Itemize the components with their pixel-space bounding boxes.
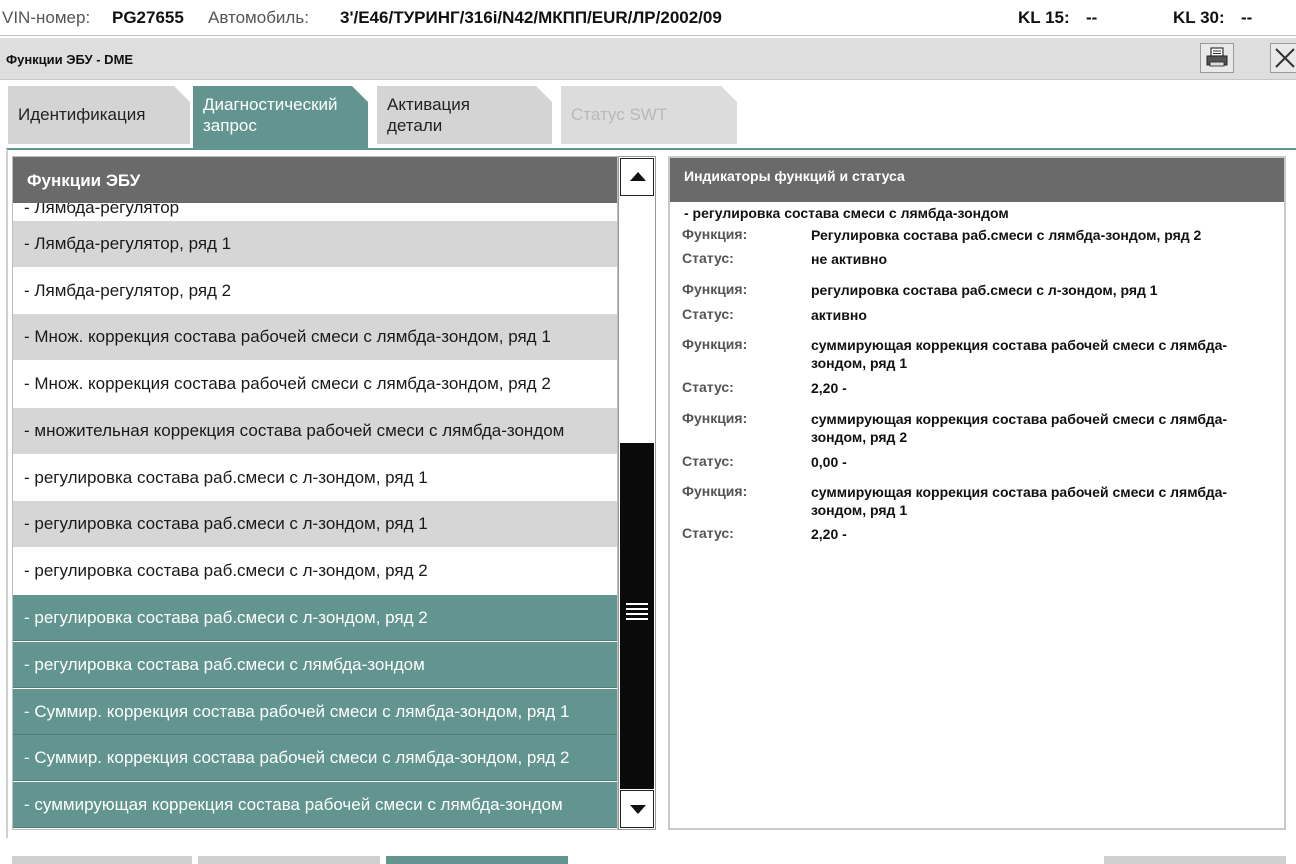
tab-part-activation[interactable]: Активация детали (377, 86, 552, 144)
tab-label-line2: запрос (203, 116, 257, 135)
car-value: 3'/E46/ТУРИНГ/316i/N42/МКПП/EUR/ЛР/2002/… (340, 8, 722, 27)
bottom-button-3[interactable] (386, 856, 568, 864)
function-label: Функция: (682, 281, 748, 297)
kl15-label: KL 15: (1018, 8, 1070, 27)
tab-swt-status: Статус SWT (561, 86, 737, 144)
function-label: Функция: (682, 483, 748, 499)
status-label: Статус: (682, 250, 734, 266)
status-value: не активно (811, 251, 888, 267)
status-label: Статус: (682, 306, 734, 322)
grip-lines-icon (626, 603, 648, 621)
function-value: суммирующая коррекция состава рабочей см… (811, 484, 1228, 518)
tab-label: Статус SWT (571, 105, 668, 124)
list-item[interactable]: - Множ. коррекция состава рабочей смеси … (13, 361, 617, 407)
list-item-selected[interactable]: - суммирующая коррекция состава рабочей … (13, 782, 617, 828)
function-value: суммирующая коррекция состава рабочей см… (811, 337, 1228, 371)
function-value: регулировка состава раб.смеси с л-зондом… (811, 282, 1158, 298)
status-label: Статус: (682, 379, 734, 395)
tab-label-line1: Диагностический (203, 95, 338, 114)
function-label: Функция: (682, 226, 748, 242)
print-button[interactable] (1200, 43, 1234, 73)
list-item-selected[interactable]: - регулировка состава раб.смеси с лямбда… (13, 642, 617, 688)
list-header: Функции ЭБУ (13, 157, 617, 203)
kl30-label: KL 30: (1173, 8, 1225, 27)
list-scrollbar[interactable] (618, 156, 656, 830)
scroll-up-button[interactable] (620, 158, 654, 196)
list-item-selected[interactable]: - Суммир. коррекция состава рабочей смес… (13, 689, 617, 735)
car-label: Автомобиль: (208, 8, 309, 27)
status-label: Статус: (682, 525, 734, 541)
function-status-panel: Индикаторы функций и статуса - регулиров… (668, 156, 1286, 830)
vin-value: PG27655 (112, 8, 184, 27)
close-button[interactable] (1270, 43, 1296, 73)
bottom-button-2[interactable] (198, 856, 380, 864)
status-label: Статус: (682, 453, 734, 469)
panel-header: Индикаторы функций и статуса (670, 158, 1284, 202)
list-item[interactable]: - регулировка состава раб.смеси с л-зонд… (13, 501, 617, 547)
kl30-value: -- (1241, 8, 1253, 27)
function-label: Функция: (682, 336, 748, 352)
window-title: Функции ЭБУ - DME (6, 52, 134, 67)
arrow-down-icon (630, 805, 646, 814)
list-item[interactable]: - множительная коррекция состава рабочей… (13, 408, 617, 454)
list-item[interactable]: - Множ. коррекция состава рабочей смеси … (13, 314, 617, 360)
status-value: 0,00 - (811, 454, 847, 470)
function-value: суммирующая коррекция состава рабочей см… (811, 411, 1228, 445)
list-item-selected[interactable]: - Суммир. коррекция состава рабочей смес… (13, 735, 617, 781)
bottom-button-1[interactable] (12, 856, 192, 864)
status-value: активно (811, 307, 867, 323)
arrow-up-icon (630, 172, 646, 181)
function-label: Функция: (682, 410, 748, 426)
vin-label: VIN-номер: (2, 8, 91, 27)
close-icon (1275, 48, 1295, 68)
function-value: Регулировка состава раб.смеси с лямбда-з… (811, 227, 1202, 243)
list-item[interactable]: - регулировка состава раб.смеси с л-зонд… (13, 455, 617, 501)
bottom-button-4[interactable] (1104, 856, 1286, 864)
window-titlebar: Функции ЭБУ - DME (0, 38, 1296, 80)
kl15-value: -- (1086, 8, 1098, 27)
tab-label-line1: Активация (387, 95, 470, 114)
tab-label-line2: детали (387, 116, 443, 135)
list-item[interactable]: - Лямбда-регулятор, ряд 1 (13, 221, 617, 267)
tab-label: Идентификация (18, 105, 146, 124)
ecu-functions-list[interactable]: Функции ЭБУ - Лямбда-регулятор - Лямбда-… (12, 156, 618, 830)
list-item-partial[interactable]: - Лямбда-регулятор (13, 203, 617, 223)
scroll-down-button[interactable] (620, 790, 654, 828)
printer-icon (1206, 47, 1228, 67)
vehicle-info-bar: VIN-номер: PG27655 Автомобиль: 3'/E46/ТУ… (0, 0, 1296, 36)
scroll-thumb[interactable] (620, 443, 654, 789)
list-item-selected[interactable]: - регулировка состава раб.смеси с л-зонд… (13, 595, 617, 641)
status-value: 2,20 - (811, 380, 847, 396)
group-title: - регулировка состава смеси с лямбда-зон… (684, 205, 1009, 221)
status-value: 2,20 - (811, 526, 847, 542)
list-item[interactable]: - Лямбда-регулятор, ряд 2 (13, 268, 617, 314)
list-item[interactable]: - регулировка состава раб.смеси с л-зонд… (13, 548, 617, 594)
tab-diagnostic-request[interactable]: Диагностический запрос (193, 86, 368, 150)
tab-identification[interactable]: Идентификация (8, 86, 190, 144)
